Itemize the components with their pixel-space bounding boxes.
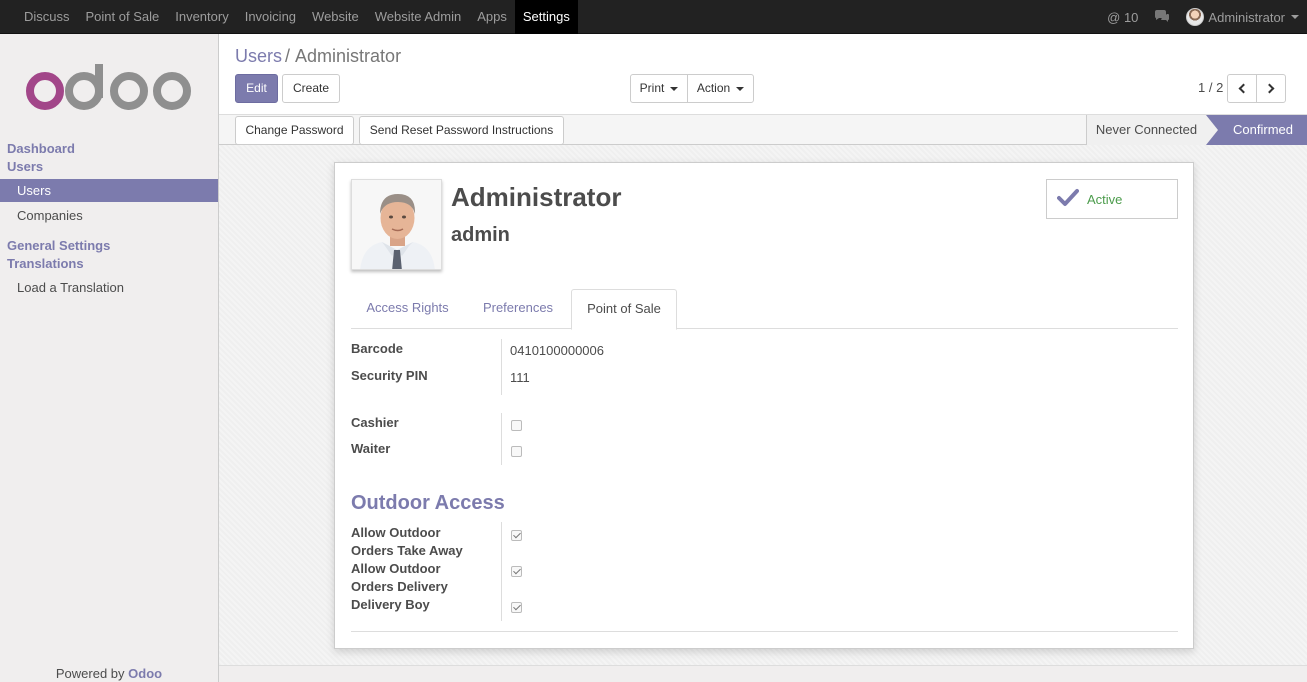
tab-access-rights[interactable]: Access Rights <box>351 289 464 329</box>
avatar <box>1186 8 1205 26</box>
security-pin-label: Security PIN <box>351 368 428 383</box>
sidebar-item-load-translation[interactable]: Load a Translation <box>0 276 218 299</box>
allow-outdoor-take-away-checkbox[interactable] <box>511 530 522 541</box>
notebook-tabs: Access Rights Preferences Point of Sale <box>351 289 1178 330</box>
sheet-separator <box>351 631 1178 632</box>
check-icon <box>1057 188 1079 211</box>
sidebar-item-companies[interactable]: Companies <box>0 204 218 227</box>
security-pin-value: 111 <box>510 370 530 385</box>
sidebar-section-dashboard[interactable]: Dashboard <box>7 141 75 156</box>
form-statusbar: Change Password Send Reset Password Inst… <box>219 114 1307 145</box>
menu-invoicing[interactable]: Invoicing <box>237 0 304 34</box>
powered-by-text: Powered by <box>55 666 125 681</box>
delivery-boy-checkbox[interactable] <box>511 602 522 613</box>
waiter-label: Waiter <box>351 441 391 456</box>
field-divider <box>501 413 502 465</box>
caret-down-icon <box>670 86 679 91</box>
action-label: Action <box>696 81 731 95</box>
tab-point-of-sale[interactable]: Point of Sale <box>571 289 677 330</box>
allow-outdoor-delivery-checkbox[interactable] <box>511 566 522 577</box>
control-panel: Users / Administrator Edit Create Print Ac… <box>219 34 1307 114</box>
active-toggle-button[interactable]: Active <box>1046 179 1178 219</box>
take-away-label-line-2: Orders Take Away <box>351 543 463 558</box>
delivery-boy-label: Delivery Boy <box>351 597 430 612</box>
tab-preferences[interactable]: Preferences <box>467 289 569 329</box>
sidebar-section-general-settings[interactable]: General Settings <box>7 238 110 253</box>
print-label: Print <box>639 81 665 95</box>
create-button[interactable]: Create <box>282 74 340 103</box>
allow-outdoor-take-away-label: Allow Outdoor Orders Take Away <box>351 524 463 560</box>
powered-by: Powered by Odoo <box>0 666 218 681</box>
waiter-checkbox[interactable] <box>511 446 522 457</box>
menu-inventory[interactable]: Inventory <box>167 0 236 34</box>
form-sheet: Administrator admin Active Access Rights… <box>334 162 1194 649</box>
systray: @ 10 Administrator <box>1099 0 1307 34</box>
caret-down-icon <box>1291 15 1299 19</box>
stage-never-connected: Never Connected <box>1086 115 1206 145</box>
user-photo[interactable] <box>351 179 442 270</box>
chevron-left-icon <box>1238 83 1249 94</box>
menu-settings[interactable]: Settings <box>514 0 578 34</box>
barcode-value: 0410100000006 <box>510 343 604 358</box>
notifications-counter[interactable]: @ 10 <box>1099 0 1146 34</box>
menu-apps[interactable]: Apps <box>469 0 515 34</box>
cashier-checkbox[interactable] <box>511 420 522 431</box>
active-label: Active <box>1087 192 1123 207</box>
breadcrumb: Users / Administrator <box>235 46 401 67</box>
user-menu[interactable]: Administrator <box>1178 0 1307 34</box>
app-menu: Discuss Point of Sale Inventory Invoicin… <box>16 0 578 34</box>
sidebar: Dashboard Users Users Companies General … <box>0 34 219 682</box>
menu-website[interactable]: Website <box>304 0 367 34</box>
delivery-label-line-2: Orders Delivery <box>351 579 448 594</box>
field-divider <box>501 339 502 395</box>
menu-website-admin[interactable]: Website Admin <box>367 0 469 34</box>
pager-next-button[interactable] <box>1256 74 1286 103</box>
change-password-button[interactable]: Change Password <box>235 116 354 145</box>
user-login: admin <box>451 224 510 246</box>
cashier-label: Cashier <box>351 415 399 430</box>
send-reset-password-button[interactable]: Send Reset Password Instructions <box>359 116 564 145</box>
allow-outdoor-delivery-label: Allow Outdoor Orders Delivery <box>351 560 448 596</box>
take-away-label-line-1: Allow Outdoor <box>351 525 441 540</box>
pager-value[interactable]: 1 / 2 <box>1198 80 1223 95</box>
sidebar-section-translations[interactable]: Translations <box>7 256 84 271</box>
pager-previous-button[interactable] <box>1227 74 1257 103</box>
action-dropdown[interactable]: Action <box>687 74 754 103</box>
delivery-label-line-1: Allow Outdoor <box>351 561 441 576</box>
caret-down-icon <box>736 86 745 91</box>
chat-icon[interactable] <box>1146 0 1178 34</box>
chevron-right-icon <box>1264 83 1275 94</box>
sidebar-item-users[interactable]: Users <box>0 179 218 202</box>
menu-point-of-sale[interactable]: Point of Sale <box>78 0 168 34</box>
user-name-heading: Administrator <box>451 182 622 212</box>
breadcrumb-separator: / <box>285 46 291 66</box>
field-divider <box>501 522 502 621</box>
top-navbar: Discuss Point of Sale Inventory Invoicin… <box>0 0 1307 34</box>
user-name: Administrator <box>1208 9 1285 25</box>
menu-discuss[interactable]: Discuss <box>16 0 78 34</box>
odoo-logo[interactable] <box>24 64 194 114</box>
footer-strip <box>219 665 1307 682</box>
breadcrumb-users[interactable]: Users <box>235 46 282 66</box>
outdoor-access-heading: Outdoor Access <box>351 492 505 514</box>
edit-button[interactable]: Edit <box>235 74 278 103</box>
barcode-label: Barcode <box>351 341 404 356</box>
breadcrumb-current: Administrator <box>295 46 402 66</box>
sidebar-section-users[interactable]: Users <box>7 159 43 174</box>
stage-confirmed: Confirmed <box>1206 115 1307 145</box>
print-dropdown[interactable]: Print <box>630 74 688 103</box>
powered-by-link[interactable]: Odoo <box>128 666 162 681</box>
